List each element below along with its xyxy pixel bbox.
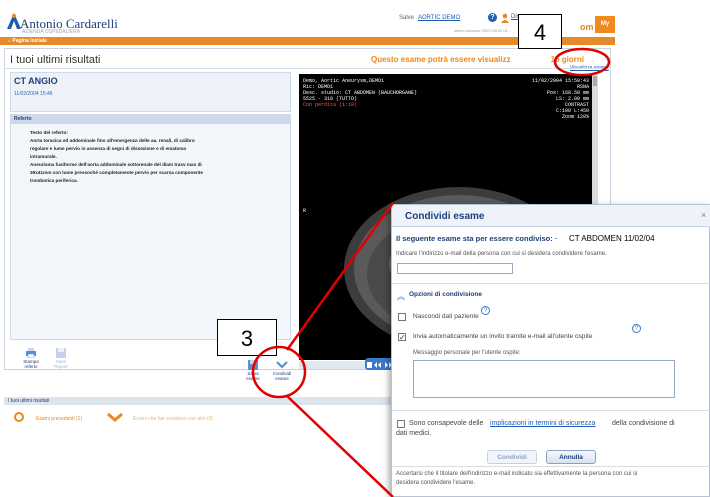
report-line: trombotica periferica. — [30, 178, 78, 183]
consent-text: dati medici. — [396, 430, 432, 437]
dialog-title: Condividi esame — [405, 211, 485, 222]
collapse-chevron-icon[interactable]: ︽ — [397, 291, 405, 302]
email-hint: Indicare l'indirizzo e-mail della person… — [396, 251, 607, 257]
send-invite-checkbox[interactable]: ✓ — [398, 333, 406, 342]
shared-exams-icon — [107, 412, 123, 422]
share-intro-text: Il seguente esame sta per essere condivi… — [396, 234, 558, 243]
share-icon — [276, 361, 288, 369]
report-line: intramurale. — [30, 154, 57, 159]
report-line: 39x41mm con lume pressoché completamente… — [30, 170, 203, 175]
share-exam-button[interactable]: Condividi esame — [272, 360, 292, 381]
report-line: Testo del referto: — [30, 130, 68, 135]
share-exam-label: Condividi esame — [272, 371, 292, 381]
brand-logo: My — [595, 16, 615, 33]
consent-text: Sono consapevole delle — [409, 420, 484, 427]
send-invite-label: Invia automaticamente un invito tramite … — [413, 333, 593, 340]
print-report-button[interactable]: Stampa referto — [20, 348, 42, 369]
shared-exam-name: CT ABDOMEN 11/02/04 — [569, 234, 655, 243]
cancel-button[interactable]: Annulla — [546, 450, 596, 464]
save-exam-label: Salva esame — [246, 371, 260, 381]
save-exam-button[interactable]: Salva esame — [246, 360, 260, 381]
shared-exams-link[interactable]: Esami che hai condiviso con altri (0) — [133, 416, 213, 422]
exam-title: CT ANGIO — [14, 76, 58, 86]
report-line: regolare e lume pervio in assenza di seg… — [30, 146, 187, 151]
share-button[interactable]: Condividi — [487, 450, 537, 464]
security-implications-link[interactable]: implicazioni in termini di sicurezza — [490, 420, 595, 427]
personal-message-label: Messaggio personale per l'utente ospite: — [413, 350, 521, 356]
divider — [392, 466, 710, 467]
save-exam-icon — [248, 360, 258, 370]
bottom-section-bar — [4, 397, 444, 405]
hide-patient-data-label: Nascondi dati paziente — [413, 313, 479, 320]
help-icon[interactable]: ? — [488, 13, 497, 22]
report-header — [10, 114, 291, 124]
help-icon[interactable]: ? — [632, 324, 641, 333]
printer-icon — [26, 348, 36, 359]
consent-text: della condivisione di — [612, 420, 675, 427]
page-title: I tuoi ultimi risultati — [10, 54, 101, 66]
greeting-text: Salve — [399, 15, 415, 21]
hospital-subtitle: AZIENDA OSPEDALIERA — [22, 29, 81, 35]
ct-orientation-marker: R — [303, 208, 307, 214]
report-header-label: Referto — [14, 116, 32, 122]
visibility-days: 15 giorni — [550, 55, 584, 64]
user-icon — [501, 13, 509, 23]
divider — [392, 283, 710, 284]
report-line: Aorta toracica ed addominale fino all'em… — [30, 138, 195, 143]
history-icon — [14, 412, 24, 422]
hide-patient-data-checkbox[interactable] — [398, 313, 406, 321]
title-divider — [4, 68, 611, 69]
callout-number-3: 3 — [217, 319, 277, 356]
last-access-text: ultimo accesso 25/07/2018 15:... — [454, 28, 512, 33]
visibility-note: Questo esame potrà essere visualizz 15 gi… — [371, 55, 584, 64]
close-icon[interactable]: × — [701, 210, 706, 220]
pointer-line — [286, 395, 394, 497]
visibility-note-text: Questo esame potrà essere visualizz — [371, 55, 511, 64]
save-report-button[interactable]: Save Report — [50, 348, 72, 369]
print-report-label: Stampa referto — [23, 359, 39, 369]
share-options-title[interactable]: Opzioni di condivisione — [409, 291, 482, 298]
footer-note: Accertarsi che il titolare dell'indirizz… — [396, 471, 638, 477]
exam-date: 11/02/2004 15:46 — [14, 91, 53, 97]
divider — [392, 410, 710, 411]
brand-text: om — [580, 22, 594, 32]
callout-number-4: 4 — [518, 14, 562, 49]
home-link[interactable]: ⌂ Pagina Iniziale — [8, 37, 47, 45]
help-icon[interactable]: ? — [481, 306, 490, 315]
email-input[interactable] — [397, 263, 513, 274]
report-line: Aneurisma fusiforme dell'aorta addominal… — [30, 162, 202, 167]
previous-exams-link[interactable]: Esami precedenti (1) — [36, 416, 82, 422]
footer-note: desidera condividere l'esame. — [396, 480, 476, 486]
greeting-user-link[interactable]: AORTIC DEMO — [418, 15, 460, 21]
ct-zoom: Zoom 128% — [561, 114, 589, 120]
ct-lossy-note: Con perdita (1:10) — [303, 102, 358, 108]
viewer-scroll-thumb[interactable] — [593, 76, 597, 86]
personal-message-textarea[interactable] — [413, 360, 675, 398]
bottom-section-label: I tuoi ultimi risultati — [8, 398, 50, 404]
home-link-label: Pagina Iniziale — [12, 38, 47, 44]
security-consent-checkbox[interactable] — [397, 420, 405, 428]
save-icon — [56, 348, 66, 358]
save-report-label: Save Report — [54, 359, 68, 369]
